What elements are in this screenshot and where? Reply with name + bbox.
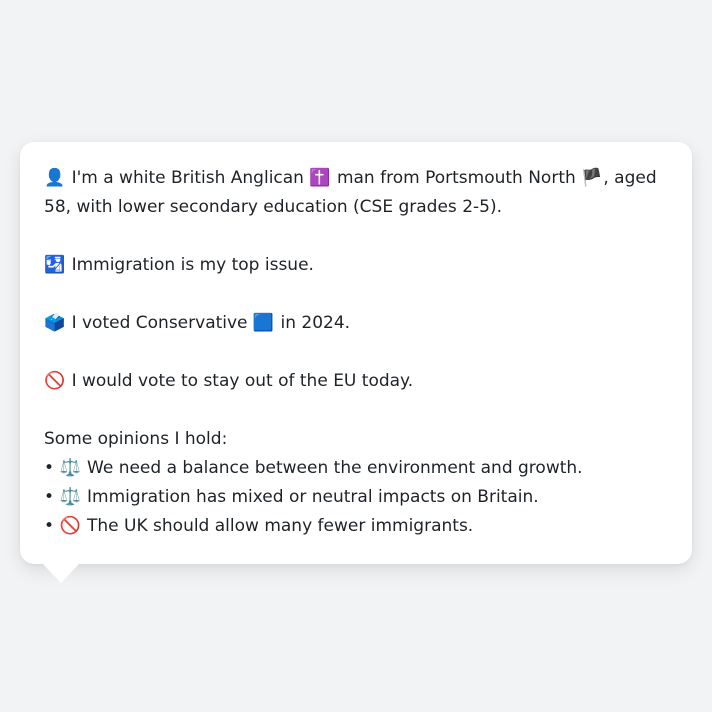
identity-text-2: man from Portsmouth North xyxy=(336,168,576,188)
vote-text-2: in 2024. xyxy=(280,313,351,333)
opinion-item: • 🚫 The UK should allow many fewer immig… xyxy=(44,512,668,541)
vote-text-1: I voted Conservative xyxy=(71,313,248,333)
opinion-text: The UK should allow many fewer immigrant… xyxy=(87,516,474,536)
balance-scale-icon: ⚖️ xyxy=(59,487,81,507)
bullet: • xyxy=(44,458,55,478)
opinion-text: We need a balance between the environmen… xyxy=(87,458,583,478)
vote-paragraph: 🗳️ I voted Conservative 🟦 in 2024. xyxy=(44,309,668,338)
identity-paragraph: 👤 I'm a white British Anglican ✝️ man fr… xyxy=(44,164,668,222)
bullet: • xyxy=(44,487,55,507)
opinion-text: Immigration has mixed or neutral impacts… xyxy=(87,487,539,507)
england-flag-icon: 🏴 xyxy=(581,168,603,188)
opinions-list: • ⚖️ We need a balance between the envir… xyxy=(44,454,668,541)
identity-text-1: I'm a white British Anglican xyxy=(71,168,304,188)
passport-control-icon: 🛂 xyxy=(44,255,66,275)
bubble-tail xyxy=(42,563,80,583)
eu-text: I would vote to stay out of the EU today… xyxy=(71,371,414,391)
top-issue-paragraph: 🛂 Immigration is my top issue. xyxy=(44,251,668,280)
top-issue-text: Immigration is my top issue. xyxy=(71,255,314,275)
prohibited-icon: 🚫 xyxy=(59,516,81,536)
opinions-heading: Some opinions I hold: xyxy=(44,429,228,449)
blue-square-icon: 🟦 xyxy=(252,313,275,333)
opinion-item: • ⚖️ Immigration has mixed or neutral im… xyxy=(44,483,668,512)
persona-speech-bubble: 👤 I'm a white British Anglican ✝️ man fr… xyxy=(20,142,692,583)
prohibited-icon: 🚫 xyxy=(44,371,66,391)
balance-scale-icon: ⚖️ xyxy=(59,458,81,478)
person-icon: 👤 xyxy=(44,168,66,188)
latin-cross-icon: ✝️ xyxy=(309,168,331,188)
opinion-item: • ⚖️ We need a balance between the envir… xyxy=(44,454,668,483)
bullet: • xyxy=(44,516,55,536)
ballot-box-icon: 🗳️ xyxy=(44,313,66,333)
eu-paragraph: 🚫 I would vote to stay out of the EU tod… xyxy=(44,367,668,396)
